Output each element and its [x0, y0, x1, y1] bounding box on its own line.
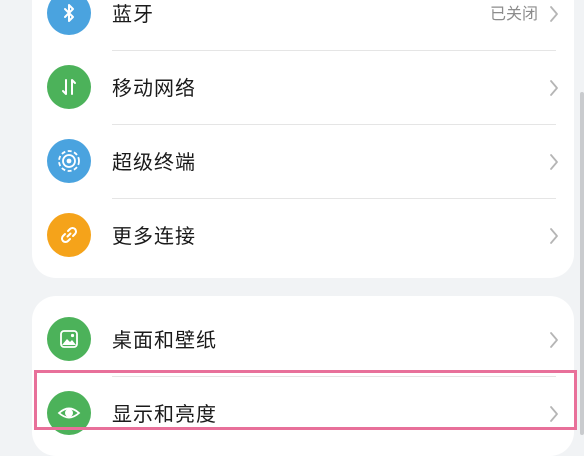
- scrollbar[interactable]: [580, 92, 584, 435]
- settings-item-bluetooth[interactable]: 蓝牙 已关闭: [32, 0, 574, 51]
- more-connections-label: 更多连接: [112, 224, 196, 248]
- wallpaper-icon: [47, 317, 91, 361]
- settings-item-more-connections[interactable]: 更多连接: [32, 199, 574, 273]
- connections-card: 蓝牙 已关闭 移动网络 超级终端 更多连接: [32, 0, 574, 278]
- bluetooth-icon: [47, 0, 91, 35]
- settings-item-mobile-network[interactable]: 移动网络: [32, 51, 574, 125]
- bluetooth-status: 已关闭: [489, 4, 538, 23]
- settings-item-display-brightness[interactable]: 显示和亮度: [32, 377, 574, 451]
- super-device-label: 超级终端: [112, 150, 196, 174]
- chevron-right-icon: [550, 332, 558, 348]
- display-card: 桌面和壁纸 显示和亮度: [32, 296, 574, 456]
- mobile-network-label: 移动网络: [112, 76, 196, 100]
- eye-icon: [47, 391, 91, 435]
- bluetooth-label: 蓝牙: [112, 2, 154, 26]
- chevron-right-icon: [550, 154, 558, 170]
- settings-item-super-device[interactable]: 超级终端: [32, 125, 574, 199]
- link-icon: [47, 213, 91, 257]
- mobile-data-icon: [47, 65, 91, 109]
- super-device-icon: [47, 139, 91, 183]
- chevron-right-icon: [550, 228, 558, 244]
- wallpaper-label: 桌面和壁纸: [112, 328, 217, 352]
- chevron-right-icon: [550, 406, 558, 422]
- display-brightness-label: 显示和亮度: [112, 402, 217, 426]
- chevron-right-icon: [550, 6, 558, 22]
- settings-item-wallpaper[interactable]: 桌面和壁纸: [32, 303, 574, 377]
- chevron-right-icon: [550, 80, 558, 96]
